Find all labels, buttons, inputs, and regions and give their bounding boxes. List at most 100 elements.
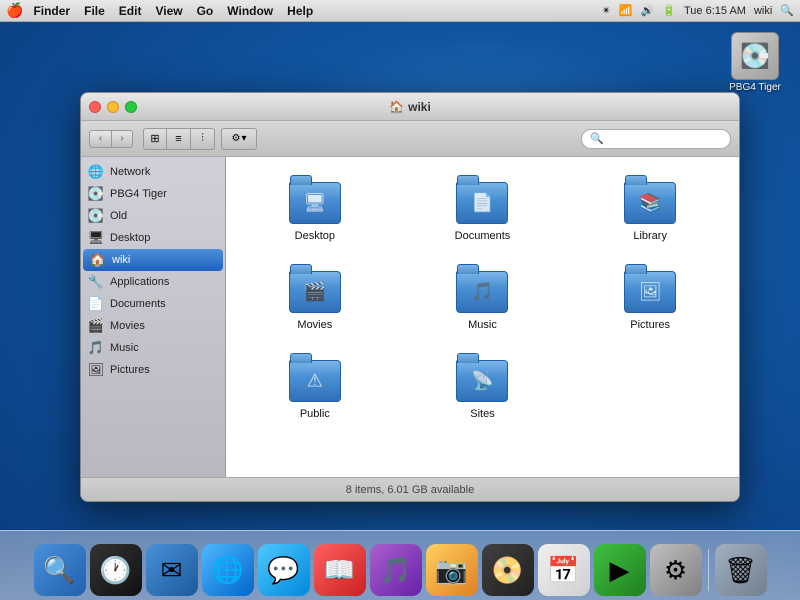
file-icon-music: 🎵 [454, 260, 510, 316]
file-label-movies: Movies [297, 319, 332, 331]
file-icon-documents: 📄 [454, 171, 510, 227]
list-view-button[interactable]: ≡ [167, 128, 191, 150]
dock-icon-itunes: 🎵 [370, 544, 422, 596]
dock-icon-clock: 🕐 [90, 544, 142, 596]
toolbar: ‹ › ⊞ ≡ ⫶ ⚙ ▾ 🔍 [81, 121, 739, 157]
gear-icon: ⚙ [232, 133, 241, 144]
sidebar-item-pbg4tiger[interactable]: 💽 PBG4 Tiger [81, 183, 225, 205]
traffic-lights [89, 101, 137, 113]
folder-emblem-movies: 🎬 [304, 282, 326, 303]
sidebar-item-network[interactable]: 🌐 Network [81, 161, 225, 183]
sidebar-icon-desktop: 🖥 [87, 229, 105, 247]
folder-base-desktop: 🖥 [289, 182, 341, 224]
dock-item-finder[interactable]: 🔍 [34, 544, 86, 596]
folder-emblem-documents: 📄 [471, 193, 493, 214]
dock-item-ichat[interactable]: 💬 [258, 544, 310, 596]
file-label-music: Music [468, 319, 497, 331]
file-label-library: Library [633, 230, 667, 242]
dock-item-mail[interactable]: ✉ [146, 544, 198, 596]
folder-emblem-pictures: 🖼 [639, 282, 662, 303]
menubar-file[interactable]: File [84, 4, 105, 18]
sidebar-item-wiki[interactable]: 🏠 wiki [83, 249, 223, 271]
dock-item-addressbook[interactable]: 📖 [314, 544, 366, 596]
sidebar-icon-pictures: 🖼 [87, 361, 105, 379]
folder-emblem-library: 📚 [639, 193, 661, 214]
menubar-view[interactable]: View [155, 4, 182, 18]
drive-icon-img: 💽 [731, 32, 779, 80]
menubar-user: wiki [754, 5, 772, 17]
back-button[interactable]: ‹ [89, 130, 111, 148]
dock-item-calendar[interactable]: 📅 [538, 544, 590, 596]
dock-item-safari[interactable]: 🌐 [202, 544, 254, 596]
folder-emblem-desktop: 🖥 [303, 193, 326, 214]
sidebar-item-old[interactable]: 💽 Old [81, 205, 225, 227]
desktop: 💽 PBG4 Tiger 🏠 wiki ‹ › ⊞ ≡ [0, 22, 800, 560]
menubar-help[interactable]: Help [287, 4, 313, 18]
finder-window: 🏠 wiki ‹ › ⊞ ≡ ⫶ ⚙ ▾ 🔍 [80, 92, 740, 502]
sidebar-icon-applications: 🔧 [87, 273, 105, 291]
sidebar-item-applications[interactable]: 🔧 Applications [81, 271, 225, 293]
sidebar-item-desktop[interactable]: 🖥 Desktop [81, 227, 225, 249]
file-item-music[interactable]: 🎵 Music [404, 256, 562, 335]
dock-separator [708, 549, 709, 591]
sidebar-label-network: Network [110, 166, 150, 178]
file-label-sites: Sites [470, 408, 494, 420]
file-item-desktop[interactable]: 🖥 Desktop [236, 167, 394, 246]
sidebar-label-applications: Applications [110, 276, 169, 288]
file-item-movies[interactable]: 🎬 Movies [236, 256, 394, 335]
sidebar-item-movies[interactable]: 🎬 Movies [81, 315, 225, 337]
search-box[interactable]: 🔍 [581, 129, 731, 149]
action-arrow-icon: ▾ [241, 133, 246, 144]
view-buttons: ⊞ ≡ ⫶ [143, 128, 215, 150]
icon-view-button[interactable]: ⊞ [143, 128, 167, 150]
dock: 🔍 🕐 ✉ 🌐 💬 📖 🎵 📷 📀 📅 ▶ ⚙ 🗑 [0, 530, 800, 600]
dock-item-quicktime[interactable]: ▶ [594, 544, 646, 596]
file-icon-library: 📚 [622, 171, 678, 227]
bluetooth-icon: ✴ [602, 4, 611, 17]
volume-icon: 🔊 [641, 4, 655, 17]
dock-item-trash[interactable]: 🗑 [715, 544, 767, 596]
file-icon-desktop: 🖥 [287, 171, 343, 227]
sidebar-label-pbg4tiger: PBG4 Tiger [110, 188, 167, 200]
close-button[interactable] [89, 101, 101, 113]
sidebar-item-documents[interactable]: 📄 Documents [81, 293, 225, 315]
nav-group: ‹ › [89, 130, 133, 148]
minimize-button[interactable] [107, 101, 119, 113]
menubar-edit[interactable]: Edit [119, 4, 142, 18]
folder-base-public: ⚠ [289, 360, 341, 402]
apple-menu[interactable]: 🍎 [6, 2, 23, 19]
file-item-sites[interactable]: 📡 Sites [404, 345, 562, 424]
menubar-window[interactable]: Window [227, 4, 273, 18]
action-button[interactable]: ⚙ ▾ [221, 128, 257, 150]
desktop-drive-icon[interactable]: 💽 PBG4 Tiger [720, 32, 790, 93]
column-view-button[interactable]: ⫶ [191, 128, 215, 150]
dock-item-dvd[interactable]: 📀 [482, 544, 534, 596]
dock-icon-mail: ✉ [146, 544, 198, 596]
forward-button[interactable]: › [111, 130, 133, 148]
dock-item-clock[interactable]: 🕐 [90, 544, 142, 596]
sidebar-item-music[interactable]: 🎵 Music [81, 337, 225, 359]
sidebar-icon-pbg4tiger: 💽 [87, 185, 105, 203]
title-bar: 🏠 wiki [81, 93, 739, 121]
sidebar-item-pictures[interactable]: 🖼 Pictures [81, 359, 225, 381]
dock-item-iphoto[interactable]: 📷 [426, 544, 478, 596]
file-item-documents[interactable]: 📄 Documents [404, 167, 562, 246]
wifi-icon: 📶 [619, 4, 633, 17]
file-item-library[interactable]: 📚 Library [571, 167, 729, 246]
menubar-search-icon[interactable]: 🔍 [780, 4, 794, 17]
file-item-public[interactable]: ⚠ Public [236, 345, 394, 424]
dock-item-itunes[interactable]: 🎵 [370, 544, 422, 596]
menubar-go[interactable]: Go [197, 4, 214, 18]
dock-item-system[interactable]: ⚙ [650, 544, 702, 596]
zoom-button[interactable] [125, 101, 137, 113]
folder-emblem-sites: 📡 [471, 371, 493, 392]
dock-icon-calendar: 📅 [538, 544, 590, 596]
sidebar-icon-movies: 🎬 [87, 317, 105, 335]
sidebar: 🌐 Network 💽 PBG4 Tiger 💽 Old 🖥 Desktop 🏠… [81, 157, 226, 477]
menubar-finder[interactable]: Finder [33, 4, 70, 18]
file-item-pictures[interactable]: 🖼 Pictures [571, 256, 729, 335]
dock-icon-finder: 🔍 [34, 544, 86, 596]
sidebar-icon-old: 💽 [87, 207, 105, 225]
file-label-desktop: Desktop [295, 230, 335, 242]
sidebar-label-music: Music [110, 342, 139, 354]
